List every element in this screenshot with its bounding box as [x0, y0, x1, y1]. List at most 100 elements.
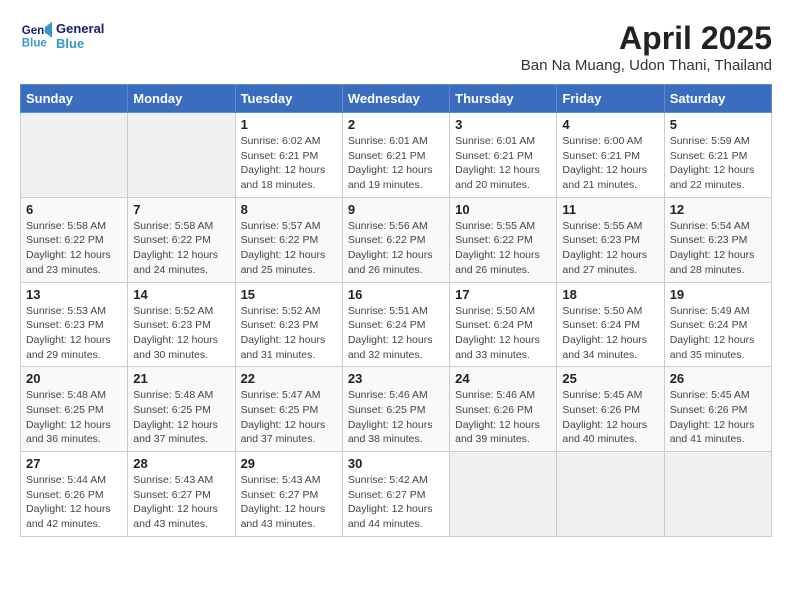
calendar-week-3: 13 Sunrise: 5:53 AM Sunset: 6:23 PM Dayli…	[21, 282, 772, 367]
calendar-cell: 10 Sunrise: 5:55 AM Sunset: 6:22 PM Dayli…	[450, 197, 557, 282]
day-number: 3	[455, 117, 551, 132]
day-info: Sunrise: 5:58 AM Sunset: 6:22 PM Dayligh…	[133, 219, 229, 278]
day-number: 11	[562, 202, 658, 217]
calendar-week-1: 1Sunrise: 6:02 AM Sunset: 6:21 PM Daylig…	[21, 113, 772, 198]
day-info: Sunrise: 5:55 AM Sunset: 6:23 PM Dayligh…	[562, 219, 658, 278]
logo-text-blue: Blue	[56, 36, 104, 51]
day-info: Sunrise: 5:52 AM Sunset: 6:23 PM Dayligh…	[241, 304, 337, 363]
calendar-cell: 21Sunrise: 5:48 AM Sunset: 6:25 PM Dayli…	[128, 367, 235, 452]
calendar-cell: 23Sunrise: 5:46 AM Sunset: 6:25 PM Dayli…	[342, 367, 449, 452]
day-number: 19	[670, 287, 766, 302]
day-number: 14	[133, 287, 229, 302]
day-info: Sunrise: 5:50 AM Sunset: 6:24 PM Dayligh…	[455, 304, 551, 363]
day-number: 7	[133, 202, 229, 217]
day-info: Sunrise: 6:01 AM Sunset: 6:21 PM Dayligh…	[348, 134, 444, 193]
header-thursday: Thursday	[450, 85, 557, 113]
calendar-cell: 3 Sunrise: 6:01 AM Sunset: 6:21 PM Daylig…	[450, 113, 557, 198]
calendar-body: 1Sunrise: 6:02 AM Sunset: 6:21 PM Daylig…	[21, 113, 772, 537]
calendar-cell: 12 Sunrise: 5:54 AM Sunset: 6:23 PM Dayli…	[664, 197, 771, 282]
calendar-cell: 7 Sunrise: 5:58 AM Sunset: 6:22 PM Daylig…	[128, 197, 235, 282]
calendar-cell: 27 Sunrise: 5:44 AM Sunset: 6:26 PM Dayli…	[21, 452, 128, 537]
day-number: 22	[241, 371, 337, 386]
day-info: Sunrise: 6:02 AM Sunset: 6:21 PM Dayligh…	[241, 134, 337, 193]
day-info: Sunrise: 5:44 AM Sunset: 6:26 PM Dayligh…	[26, 473, 122, 532]
day-info: Sunrise: 5:43 AM Sunset: 6:27 PM Dayligh…	[133, 473, 229, 532]
day-number: 10	[455, 202, 551, 217]
header-wednesday: Wednesday	[342, 85, 449, 113]
calendar-cell: 5 Sunrise: 5:59 AM Sunset: 6:21 PM Daylig…	[664, 113, 771, 198]
logo-icon: General Blue	[20, 20, 52, 52]
day-number: 27	[26, 456, 122, 471]
header-saturday: Saturday	[664, 85, 771, 113]
calendar-cell: 26Sunrise: 5:45 AM Sunset: 6:26 PM Dayli…	[664, 367, 771, 452]
calendar-cell: 25Sunrise: 5:45 AM Sunset: 6:26 PM Dayli…	[557, 367, 664, 452]
calendar-cell: 28 Sunrise: 5:43 AM Sunset: 6:27 PM Dayli…	[128, 452, 235, 537]
calendar-cell: 19 Sunrise: 5:49 AM Sunset: 6:24 PM Dayli…	[664, 282, 771, 367]
calendar-cell: 14Sunrise: 5:52 AM Sunset: 6:23 PM Dayli…	[128, 282, 235, 367]
day-info: Sunrise: 5:54 AM Sunset: 6:23 PM Dayligh…	[670, 219, 766, 278]
day-number: 18	[562, 287, 658, 302]
day-info: Sunrise: 5:51 AM Sunset: 6:24 PM Dayligh…	[348, 304, 444, 363]
calendar-cell: 2Sunrise: 6:01 AM Sunset: 6:21 PM Daylig…	[342, 113, 449, 198]
calendar-cell: 6 Sunrise: 5:58 AM Sunset: 6:22 PM Daylig…	[21, 197, 128, 282]
logo: General Blue General Blue	[20, 20, 104, 52]
day-number: 9	[348, 202, 444, 217]
calendar-subtitle: Ban Na Muang, Udon Thani, Thailand	[521, 57, 772, 74]
day-info: Sunrise: 5:45 AM Sunset: 6:26 PM Dayligh…	[670, 388, 766, 447]
calendar-cell: 13 Sunrise: 5:53 AM Sunset: 6:23 PM Dayli…	[21, 282, 128, 367]
day-info: Sunrise: 5:48 AM Sunset: 6:25 PM Dayligh…	[133, 388, 229, 447]
day-number: 25	[562, 371, 658, 386]
day-number: 5	[670, 117, 766, 132]
calendar-week-2: 6 Sunrise: 5:58 AM Sunset: 6:22 PM Daylig…	[21, 197, 772, 282]
header-tuesday: Tuesday	[235, 85, 342, 113]
day-number: 29	[241, 456, 337, 471]
day-number: 12	[670, 202, 766, 217]
calendar-cell: 20 Sunrise: 5:48 AM Sunset: 6:25 PM Dayli…	[21, 367, 128, 452]
calendar-cell: 18 Sunrise: 5:50 AM Sunset: 6:24 PM Dayli…	[557, 282, 664, 367]
day-info: Sunrise: 5:42 AM Sunset: 6:27 PM Dayligh…	[348, 473, 444, 532]
calendar-cell: 15 Sunrise: 5:52 AM Sunset: 6:23 PM Dayli…	[235, 282, 342, 367]
day-number: 16	[348, 287, 444, 302]
page-header: General Blue General Blue April 2025 Ban…	[20, 20, 772, 74]
day-number: 13	[26, 287, 122, 302]
calendar-table: SundayMondayTuesdayWednesdayThursdayFrid…	[20, 84, 772, 537]
calendar-cell	[664, 452, 771, 537]
calendar-cell: 29 Sunrise: 5:43 AM Sunset: 6:27 PM Dayli…	[235, 452, 342, 537]
day-info: Sunrise: 5:46 AM Sunset: 6:26 PM Dayligh…	[455, 388, 551, 447]
day-info: Sunrise: 5:59 AM Sunset: 6:21 PM Dayligh…	[670, 134, 766, 193]
header-sunday: Sunday	[21, 85, 128, 113]
calendar-cell: 22Sunrise: 5:47 AM Sunset: 6:25 PM Dayli…	[235, 367, 342, 452]
day-info: Sunrise: 5:48 AM Sunset: 6:25 PM Dayligh…	[26, 388, 122, 447]
calendar-cell	[128, 113, 235, 198]
day-number: 8	[241, 202, 337, 217]
day-info: Sunrise: 6:00 AM Sunset: 6:21 PM Dayligh…	[562, 134, 658, 193]
day-number: 30	[348, 456, 444, 471]
calendar-cell: 17Sunrise: 5:50 AM Sunset: 6:24 PM Dayli…	[450, 282, 557, 367]
day-info: Sunrise: 6:01 AM Sunset: 6:21 PM Dayligh…	[455, 134, 551, 193]
day-info: Sunrise: 5:55 AM Sunset: 6:22 PM Dayligh…	[455, 219, 551, 278]
day-info: Sunrise: 5:50 AM Sunset: 6:24 PM Dayligh…	[562, 304, 658, 363]
day-info: Sunrise: 5:58 AM Sunset: 6:22 PM Dayligh…	[26, 219, 122, 278]
title-block: April 2025 Ban Na Muang, Udon Thani, Tha…	[521, 20, 772, 74]
calendar-cell: 30 Sunrise: 5:42 AM Sunset: 6:27 PM Dayli…	[342, 452, 449, 537]
calendar-cell	[450, 452, 557, 537]
calendar-header-row: SundayMondayTuesdayWednesdayThursdayFrid…	[21, 85, 772, 113]
day-info: Sunrise: 5:57 AM Sunset: 6:22 PM Dayligh…	[241, 219, 337, 278]
calendar-cell: 9Sunrise: 5:56 AM Sunset: 6:22 PM Daylig…	[342, 197, 449, 282]
logo-text-general: General	[56, 21, 104, 36]
svg-text:Blue: Blue	[22, 38, 48, 50]
day-info: Sunrise: 5:53 AM Sunset: 6:23 PM Dayligh…	[26, 304, 122, 363]
day-info: Sunrise: 5:46 AM Sunset: 6:25 PM Dayligh…	[348, 388, 444, 447]
header-monday: Monday	[128, 85, 235, 113]
day-info: Sunrise: 5:49 AM Sunset: 6:24 PM Dayligh…	[670, 304, 766, 363]
day-number: 28	[133, 456, 229, 471]
calendar-cell: 4 Sunrise: 6:00 AM Sunset: 6:21 PM Daylig…	[557, 113, 664, 198]
day-number: 20	[26, 371, 122, 386]
calendar-cell: 8 Sunrise: 5:57 AM Sunset: 6:22 PM Daylig…	[235, 197, 342, 282]
calendar-cell: 1Sunrise: 6:02 AM Sunset: 6:21 PM Daylig…	[235, 113, 342, 198]
day-number: 6	[26, 202, 122, 217]
day-number: 15	[241, 287, 337, 302]
day-info: Sunrise: 5:43 AM Sunset: 6:27 PM Dayligh…	[241, 473, 337, 532]
day-number: 4	[562, 117, 658, 132]
calendar-cell	[557, 452, 664, 537]
